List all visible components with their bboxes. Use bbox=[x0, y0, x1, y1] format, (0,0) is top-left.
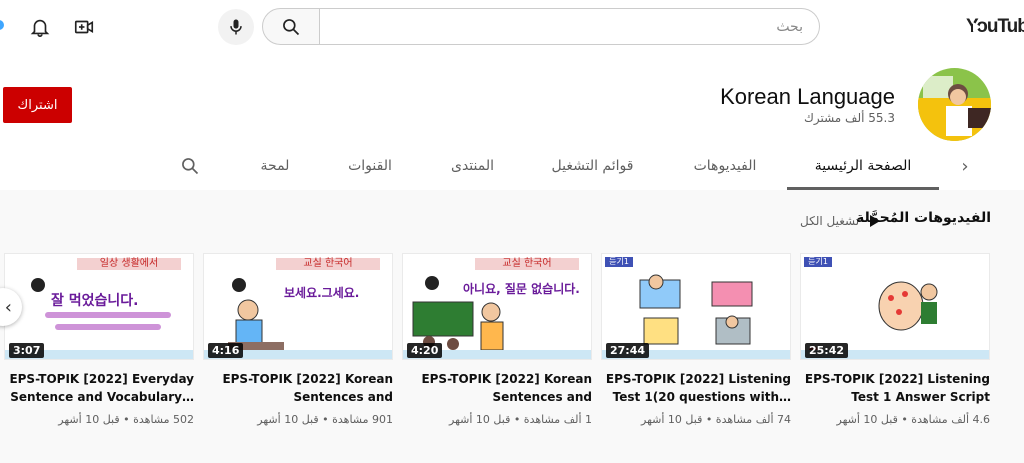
video-metadata: 74 ألف مشاهدة • قبل 10 أشهر bbox=[641, 413, 791, 426]
channel-search-button[interactable] bbox=[170, 144, 210, 188]
video-metadata: 901 مشاهدة • قبل 10 أشهر bbox=[257, 413, 393, 426]
video-metadata: 4.6 ألف مشاهدة • قبل 10 أشهر bbox=[836, 413, 991, 426]
search-button[interactable] bbox=[262, 8, 320, 45]
video-metadata: 1 ألف مشاهدة • قبل 10 أشهر bbox=[449, 413, 592, 426]
account-avatar[interactable] bbox=[0, 20, 4, 30]
video-duration: 25:42 bbox=[805, 343, 849, 358]
channel-watermark-icon bbox=[425, 276, 439, 290]
play-all-label: تشغيل الكل bbox=[800, 214, 860, 228]
tabs-scroll-right-button[interactable]: › bbox=[950, 144, 980, 188]
tab-community[interactable]: المنتدى bbox=[430, 144, 515, 188]
channel-watermark-icon bbox=[31, 278, 45, 292]
tab-videos[interactable]: الفيديوهات bbox=[670, 144, 780, 188]
thumb-subtitle-line bbox=[45, 312, 171, 318]
play-all-button[interactable]: تشغيل الكل bbox=[800, 212, 881, 230]
tab-playlists[interactable]: قوائم التشغيل bbox=[535, 144, 650, 188]
search-input[interactable] bbox=[320, 9, 819, 44]
create-video-button[interactable] bbox=[66, 9, 102, 45]
thumb-banner: 일상 생활에서 bbox=[77, 258, 181, 270]
thumb-banner: 교실 한국어 bbox=[475, 258, 579, 270]
video-title-line: EPS-TOPIK [2022] Korean bbox=[222, 372, 393, 386]
video-duration: 4:20 bbox=[407, 343, 443, 358]
video-title-line: EPS-TOPIK [2022] Listening bbox=[605, 372, 791, 386]
channel-header: Korean Language 55.3 ألف مشترك اشتراك › … bbox=[0, 54, 1024, 190]
video-thumbnail[interactable]: 교실 한국어 보세요.그세요. 4:16 bbox=[203, 253, 393, 360]
notifications-button[interactable] bbox=[22, 9, 58, 45]
video-duration: 3:07 bbox=[9, 343, 45, 358]
thumb-label: 듣기1 bbox=[804, 257, 832, 267]
channel-tabs: › الصفحة الرئيسية الفيديوهات قوائم التشغ… bbox=[0, 144, 1024, 190]
thumb-label: 듣기1 bbox=[605, 257, 633, 267]
chevron-right-icon: › bbox=[961, 155, 969, 177]
video-duration: 4:16 bbox=[208, 343, 244, 358]
channel-avatar-image bbox=[918, 68, 991, 141]
video-thumbnail[interactable]: 듣기1 27:44 bbox=[601, 253, 791, 360]
video-thumbnail[interactable]: 교실 한국어 아니요, 질문 없습니다. 4:20 bbox=[402, 253, 592, 360]
search-box bbox=[320, 8, 820, 45]
subscriber-count: 55.3 ألف مشترك bbox=[803, 111, 895, 125]
video-title-line: EPS-TOPIK [2022] Korean bbox=[421, 372, 592, 386]
video-title[interactable]: EPS-TOPIK [2022] Korean Sentences and Vo… bbox=[203, 370, 393, 406]
bell-icon bbox=[30, 19, 50, 37]
thumb-korean-text: 보세요.그세요. bbox=[284, 286, 360, 300]
search-icon bbox=[283, 18, 300, 35]
play-icon bbox=[870, 215, 881, 227]
foot-illustration bbox=[878, 281, 938, 331]
top-bar: YouTube bbox=[0, 0, 1024, 54]
thumb-korean-text: 잘 먹었습니다. bbox=[51, 293, 139, 309]
video-title[interactable]: EPS-TOPIK [2022] Listening Test 1 Answer… bbox=[800, 370, 990, 406]
channel-avatar[interactable] bbox=[918, 68, 991, 141]
video-title-line: Test 1 Answer Script bbox=[851, 390, 990, 404]
thumb-korean-text: 아니요, 질문 없습니다. bbox=[463, 282, 580, 296]
channel-name: Korean Language bbox=[720, 84, 895, 109]
video-title[interactable]: EPS-TOPIK [2022] Korean Sentences and Vo… bbox=[402, 370, 592, 406]
microphone-icon bbox=[230, 19, 242, 35]
video-duration: 27:44 bbox=[606, 343, 650, 358]
search-icon bbox=[182, 158, 199, 175]
tab-home[interactable]: الصفحة الرئيسية bbox=[787, 144, 939, 190]
tab-channels[interactable]: القنوات bbox=[330, 144, 410, 188]
youtube-logo[interactable]: YouTube bbox=[962, 14, 1024, 40]
listening-illustration bbox=[639, 274, 753, 345]
video-title-line: EPS-TOPIK [2022] Everyday bbox=[9, 372, 194, 386]
tab-about[interactable]: لمحة bbox=[240, 144, 310, 188]
voice-search-button[interactable] bbox=[218, 9, 254, 45]
video-thumbnail[interactable]: 듣기1 25:42 bbox=[800, 253, 990, 360]
video-thumbnail[interactable]: 일상 생활에서 잘 먹었습니다. 3:07 bbox=[4, 253, 194, 360]
thumb-subtitle-line bbox=[55, 324, 161, 330]
channel-watermark-icon bbox=[232, 278, 246, 292]
video-title-line: Test 1(20 questions with… bbox=[612, 390, 791, 404]
video-title-line: Sentences and Vocabulary… bbox=[293, 390, 393, 404]
video-title-line: Sentence and Vocabulary… bbox=[10, 390, 194, 404]
thumb-banner: 교실 한국어 bbox=[276, 258, 380, 270]
video-add-icon bbox=[74, 20, 94, 34]
video-title-line: Sentences and Vocabulary… bbox=[492, 390, 592, 404]
video-metadata: 502 مشاهدة • قبل 10 أشهر bbox=[58, 413, 194, 426]
video-title[interactable]: EPS-TOPIK [2022] Listening Test 1(20 que… bbox=[601, 370, 791, 406]
subscribe-button[interactable]: اشتراك bbox=[3, 87, 72, 123]
video-title-line: EPS-TOPIK [2022] Listening bbox=[804, 372, 990, 386]
chevron-left-icon: ‹ bbox=[4, 296, 12, 318]
video-title[interactable]: EPS-TOPIK [2022] Everyday Sentence and V… bbox=[4, 370, 194, 406]
